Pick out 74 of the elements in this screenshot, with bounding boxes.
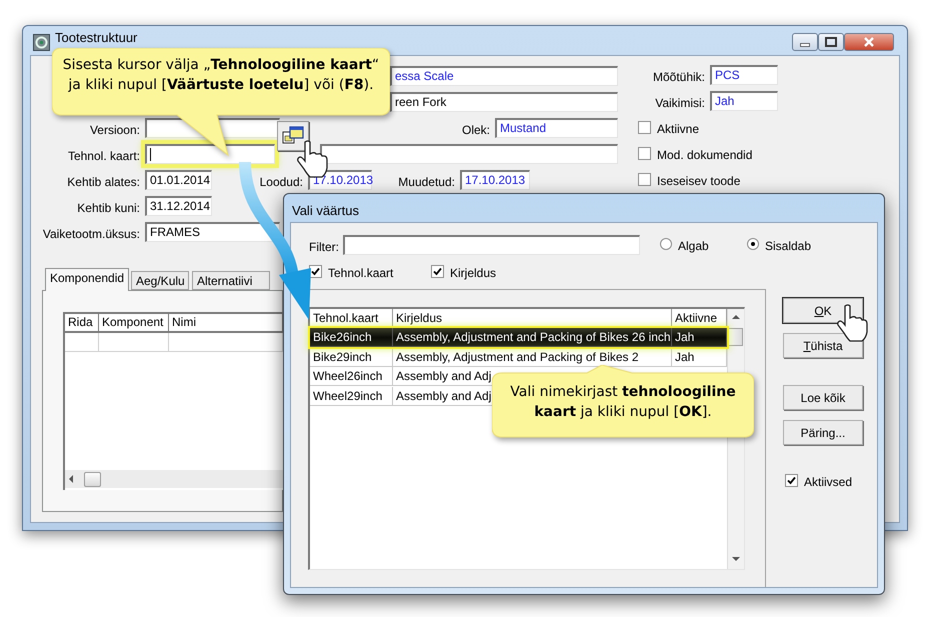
checkbox-label: Iseseisev toode — [657, 173, 740, 190]
maximize-button[interactable] — [818, 33, 844, 51]
field-label: Vaikimisi: — [655, 95, 705, 112]
tab[interactable]: Alternatiivi — [192, 271, 270, 290]
text-field[interactable]: 17.10.2013 — [460, 170, 530, 190]
field-label: Mõõtühik: — [652, 69, 705, 86]
checkbox[interactable] — [638, 121, 651, 134]
text-field[interactable]: 01.01.2014 — [145, 170, 212, 190]
window-stack-icon — [282, 126, 304, 146]
minimize-icon — [800, 43, 810, 47]
scrollbar-thumb[interactable] — [728, 328, 743, 346]
scroll-up-icon[interactable] — [731, 313, 741, 321]
text-field[interactable]: reen Fork — [390, 92, 618, 112]
tab[interactable]: Aeg/Kulu — [131, 271, 189, 290]
table-row[interactable]: Wheel26inch Assembly and Adj — [310, 367, 494, 386]
table-cell: Wheel26inch — [310, 367, 393, 386]
table-row[interactable]: Wheel29inch Assembly and Adj — [310, 387, 494, 406]
hand-pointer-icon — [837, 304, 868, 342]
callout-text: Sisesta kursor välja „Tehnoloogiline kaart“ ja kliki nupul [Väärtuste loetelu] või (F8). — [62, 56, 380, 95]
checkbox-label: Aktiivsed — [804, 474, 852, 491]
checkbox[interactable] — [638, 173, 651, 186]
checkbox-label: Kirjeldus — [450, 265, 496, 282]
scrollbar-thumb[interactable] — [84, 472, 101, 487]
minimize-button[interactable] — [792, 33, 818, 51]
table-cell: Bike26inch — [310, 328, 393, 347]
checkbox[interactable] — [431, 265, 444, 278]
checkbox[interactable] — [785, 474, 798, 487]
field-label: Muudetud: — [398, 174, 455, 191]
table-cell: Assembly, Adjustment and Packing of Bikes 26 inch — [393, 328, 672, 347]
tab[interactable]: Komponendid — [45, 268, 129, 291]
filter-label: Filter: — [309, 239, 339, 256]
table-row[interactable]: Bike26inch Assembly, Adjustment and Packing of Bikes 26 inch Jah — [310, 328, 727, 347]
dialog-button[interactable]: Päring... — [783, 420, 863, 445]
radio-label: Algab — [678, 238, 709, 255]
text-field[interactable] — [320, 144, 618, 164]
dialog-button[interactable]: Tühista — [783, 333, 863, 358]
checkbox[interactable] — [638, 147, 651, 160]
field-label: Kehtib kuni: — [77, 200, 140, 217]
field-label: Kehtib alates: — [67, 174, 140, 191]
callout-text: Vali nimekirjast tehnoloogiline kaart ja kliki nupul [OK]. — [509, 383, 737, 422]
field-label: Vaiketootm.üksus: — [42, 226, 140, 243]
close-button[interactable] — [844, 33, 894, 51]
app-icon — [33, 34, 50, 51]
text-cursor — [150, 148, 151, 162]
close-icon — [864, 37, 874, 47]
field-label: Olek: — [462, 122, 490, 139]
text-field[interactable]: Mustand — [495, 118, 618, 138]
checkbox-label: Aktiivne — [657, 121, 700, 138]
table-cell — [99, 333, 169, 352]
maximize-icon — [825, 37, 837, 47]
lookup-button[interactable] — [277, 121, 309, 151]
dialog-title: Vali väärtus — [292, 202, 359, 220]
window-title: Tootestruktuur — [55, 30, 138, 45]
text-field[interactable]: PCS — [710, 65, 778, 85]
field-label: Versioon: — [90, 122, 140, 139]
table-cell — [65, 333, 99, 352]
checkbox-label: Tehnol.kaart — [328, 265, 394, 282]
column-header: Komponent — [99, 314, 169, 333]
table-cell: Jah — [672, 328, 727, 347]
column-header: Nimi — [169, 314, 283, 333]
radio-label: Sisaldab — [765, 238, 812, 255]
dialog-button[interactable]: Loe kõik — [783, 385, 863, 410]
dialog-button[interactable]: OK — [783, 298, 863, 323]
filter-field[interactable] — [343, 235, 640, 255]
text-field[interactable]: 31.12.2014 — [145, 196, 212, 216]
table-cell: Wheel29inch — [310, 387, 393, 406]
checkbox-label: Mod. dokumendid — [657, 147, 752, 164]
field-label: Tehnol. kaart: — [68, 148, 140, 165]
text-field[interactable]: essa Scale — [390, 66, 618, 86]
field-label: Loodud: — [260, 174, 303, 191]
column-header: Rida — [65, 314, 99, 333]
scroll-down-icon[interactable] — [731, 555, 741, 563]
text-field[interactable]: FRAMES — [145, 222, 280, 242]
text-field[interactable]: Jah — [710, 91, 778, 111]
